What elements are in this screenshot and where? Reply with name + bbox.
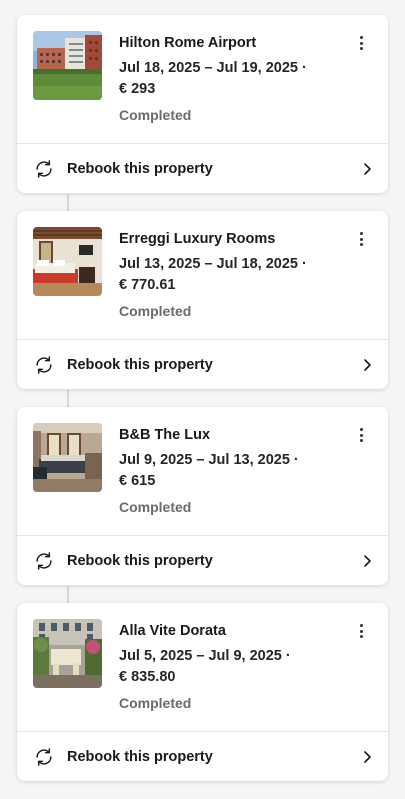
- rebook-refresh-icon: [36, 748, 52, 766]
- more-vertical-icon: [359, 36, 363, 39]
- chevron-right-icon: [364, 555, 371, 567]
- property-name: Alla Vite Dorata: [119, 623, 226, 639]
- more-options-button[interactable]: [351, 229, 371, 249]
- rebook-refresh-icon: [36, 552, 52, 570]
- property-name: B&B The Lux: [119, 427, 211, 443]
- chevron-right-icon: [364, 751, 371, 763]
- stay-dates: Jul 9, 2025 – Jul 13, 2025 ·: [119, 452, 299, 468]
- timeline-connector: [67, 194, 69, 211]
- property-name: Erreggi Luxury Rooms: [119, 231, 276, 247]
- rebook-label: Rebook this property: [67, 161, 213, 177]
- booking-price: € 835.80: [119, 669, 176, 685]
- booking-price: € 770.61: [119, 277, 176, 293]
- booking-status: Completed: [119, 303, 192, 319]
- rebook-label: Rebook this property: [67, 749, 213, 765]
- property-photo: [33, 423, 102, 492]
- property-photo: [33, 31, 102, 100]
- stay-dates: Jul 18, 2025 – Jul 19, 2025 ·: [119, 60, 307, 76]
- more-vertical-icon-dot: [359, 635, 363, 638]
- more-vertical-icon: [359, 232, 363, 235]
- more-vertical-icon-dot: [359, 433, 363, 437]
- timeline-connector: [67, 586, 69, 603]
- more-options-button[interactable]: [351, 425, 371, 445]
- more-vertical-icon-dot: [359, 243, 363, 246]
- stay-dates: Jul 5, 2025 – Jul 9, 2025 ·: [119, 648, 291, 664]
- booking-status: Completed: [119, 107, 192, 123]
- booking-summary[interactable]: Erreggi Luxury Rooms Jul 13, 2025 – Jul …: [17, 211, 388, 340]
- rebook-refresh-icon: [36, 356, 52, 374]
- rebook-button[interactable]: Rebook this property: [17, 340, 388, 389]
- more-options-button[interactable]: [351, 621, 371, 641]
- more-vertical-icon-dot: [359, 237, 363, 241]
- booking-status: Completed: [119, 499, 192, 515]
- rebook-button[interactable]: Rebook this property: [17, 144, 388, 193]
- booking-card: Alla Vite Dorata Jul 5, 2025 – Jul 9, 20…: [17, 603, 388, 781]
- booking-card: Erreggi Luxury Rooms Jul 13, 2025 – Jul …: [17, 211, 388, 389]
- rebook-button[interactable]: Rebook this property: [17, 732, 388, 781]
- more-vertical-icon: [359, 624, 363, 627]
- booking-price: € 293: [119, 81, 156, 97]
- property-name: Hilton Rome Airport: [119, 35, 257, 51]
- more-vertical-icon: [359, 428, 363, 431]
- timeline-connector: [67, 390, 69, 407]
- stay-dates: Jul 13, 2025 – Jul 18, 2025 ·: [119, 256, 307, 272]
- booking-price: € 615: [119, 473, 156, 489]
- more-options-button[interactable]: [351, 33, 371, 53]
- bookings-page: Hilton Rome Airport Jul 18, 2025 – Jul 1…: [0, 0, 405, 799]
- rebook-refresh-icon: [36, 160, 52, 178]
- booking-summary[interactable]: B&B The Lux Jul 9, 2025 – Jul 13, 2025 ·…: [17, 407, 388, 536]
- rebook-label: Rebook this property: [67, 357, 213, 373]
- rebook-button[interactable]: Rebook this property: [17, 536, 388, 585]
- booking-card: B&B The Lux Jul 9, 2025 – Jul 13, 2025 ·…: [17, 407, 388, 585]
- property-photo: [33, 227, 102, 296]
- property-photo: [33, 619, 102, 688]
- more-vertical-icon-dot: [359, 41, 363, 45]
- booking-summary[interactable]: Alla Vite Dorata Jul 5, 2025 – Jul 9, 20…: [17, 603, 388, 732]
- more-vertical-icon-dot: [359, 629, 363, 633]
- booking-summary[interactable]: Hilton Rome Airport Jul 18, 2025 – Jul 1…: [17, 15, 388, 144]
- booking-card: Hilton Rome Airport Jul 18, 2025 – Jul 1…: [17, 15, 388, 193]
- rebook-label: Rebook this property: [67, 553, 213, 569]
- chevron-right-icon: [364, 163, 371, 175]
- chevron-right-icon: [364, 359, 371, 371]
- booking-status: Completed: [119, 695, 192, 711]
- more-vertical-icon-dot: [359, 439, 363, 442]
- more-vertical-icon-dot: [359, 47, 363, 50]
